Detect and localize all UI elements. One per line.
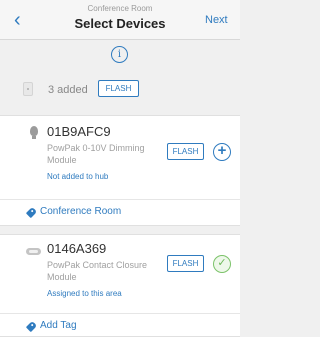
flash-all-button[interactable]: FLASH: [98, 80, 139, 97]
add-tag-label: Add Tag: [40, 320, 77, 331]
add-tag-row[interactable]: Add Tag: [0, 315, 240, 337]
device-serial: 0146A369: [47, 241, 107, 256]
divider: [0, 199, 240, 200]
device-icon: [23, 82, 33, 96]
tag-icon: [25, 320, 38, 333]
tag-icon: [25, 206, 38, 219]
area-tag-row[interactable]: Conference Room: [0, 201, 240, 225]
info-icon[interactable]: i: [111, 46, 128, 63]
divider: [0, 313, 240, 314]
header-subtitle: Conference Room: [87, 4, 153, 13]
contact-closure-icon: [26, 248, 41, 255]
add-device-button[interactable]: +: [213, 143, 231, 161]
bulb-icon: [30, 126, 38, 139]
device-card: 0146A369 PowPak Contact Closure Module A…: [0, 234, 240, 337]
page-title: Select Devices: [74, 16, 166, 31]
device-status: Assigned to this area: [47, 289, 122, 298]
flash-button[interactable]: FLASH: [167, 255, 204, 272]
device-status: Not added to hub: [47, 172, 109, 181]
assigned-check-icon[interactable]: ✓: [213, 255, 231, 273]
device-model: PowPak 0-10V Dimming Module: [47, 143, 145, 165]
nav-header: ‹ Conference Room Select Devices Next: [0, 0, 240, 40]
device-serial: 01B9AFC9: [47, 124, 111, 139]
added-summary: 3 added FLASH: [0, 70, 240, 106]
device-model: PowPak Contact Closure Module: [47, 260, 148, 282]
device-card: 01B9AFC9 PowPak 0-10V Dimming Module Not…: [0, 115, 240, 226]
flash-button[interactable]: FLASH: [167, 143, 204, 160]
next-button[interactable]: Next: [205, 14, 228, 26]
added-count-text: 3 added: [48, 84, 88, 96]
area-tag-label: Conference Room: [40, 206, 122, 217]
